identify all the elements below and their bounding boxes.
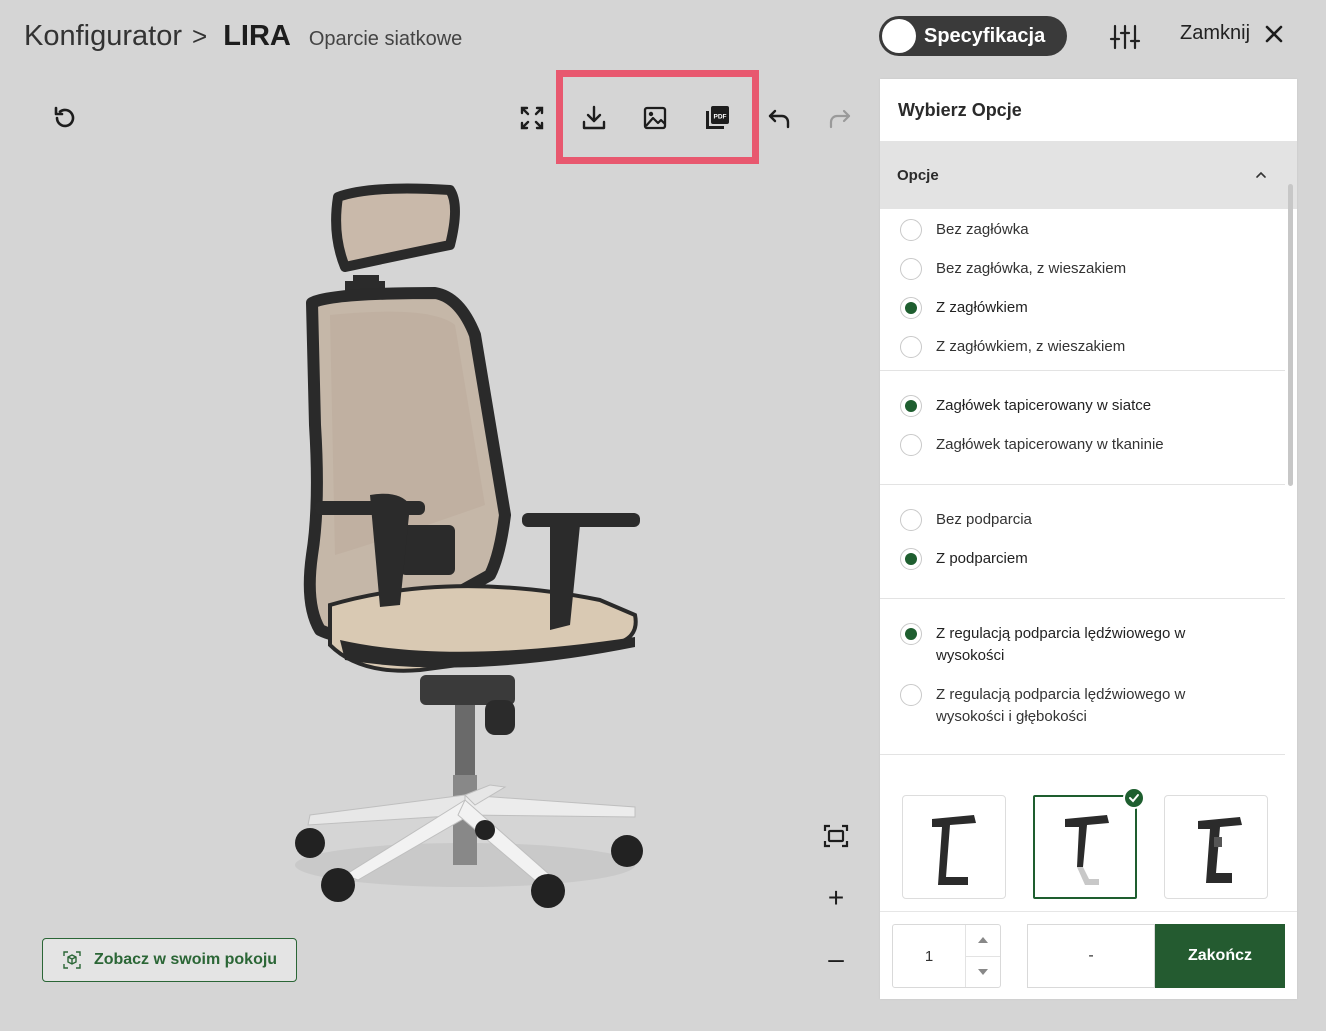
pdf-export-button[interactable]: PDF [700,101,734,135]
radio-button[interactable] [900,434,922,456]
radio-button[interactable] [900,336,922,358]
reset-view-button[interactable] [48,101,82,135]
finish-button[interactable]: Zakończ [1155,924,1285,988]
option-bez-zaglowka-z-wieszakiem[interactable]: Bez zagłówka, z wieszakiem [880,258,1285,280]
options-section-title: Opcje [897,166,939,184]
caret-down-icon [978,968,988,975]
radio-button-checked[interactable] [900,623,922,645]
headrest-type-group: Bez zagłówka Bez zagłówka, z wieszakiem … [880,209,1285,371]
reset-icon [54,106,75,128]
option-label: Bez zagłówka, z wieszakiem [936,260,1127,277]
option-label: Z zagłówkiem, z wieszakiem [936,338,1126,355]
quantity-arrows [965,925,1000,987]
undo-icon [768,109,790,129]
fullscreen-button[interactable] [515,101,549,135]
variant-name: Oparcie siatkowe [308,28,463,50]
lumbar-adjustment-group: Z regulacją podparcia lędźwiowego w wyso… [880,599,1285,755]
option-bez-zaglowka[interactable]: Bez zagłówka [880,219,1285,241]
radio-button[interactable] [900,219,922,241]
option-label: Z podparciem [936,550,1028,567]
settings-button[interactable] [1108,22,1142,52]
model-name: LIRA [223,20,291,52]
armrest-image [932,815,976,885]
option-zaglowek-siatka[interactable]: Zagłówek tapicerowany w siatce [880,395,1285,417]
close-icon [1265,25,1283,42]
option-z-zaglowkiem[interactable]: Z zagłówkiem [880,297,1285,319]
image-icon [643,106,667,130]
radio-button-checked[interactable] [900,297,922,319]
download-button[interactable] [577,101,611,135]
fit-view-button[interactable] [821,821,851,851]
specification-toggle[interactable]: Specyfikacja [879,16,1067,56]
radio-button[interactable] [900,684,922,706]
option-regulacja-wysokosc[interactable]: Z regulacją podparcia lędźwiowego w wyso… [880,623,1285,667]
breadcrumb-separator: > [192,21,208,51]
svg-text:PDF: PDF [714,114,727,121]
armrest-option-thumb[interactable] [902,795,1006,899]
radio-button[interactable] [900,509,922,531]
zoom-out-button[interactable]: – [821,943,851,974]
fullscreen-icon [520,106,544,130]
view-in-room-button[interactable]: Zobacz w swoim pokoju [42,938,297,982]
zoom-in-button[interactable]: + [821,882,851,913]
headrest-upholstery-group: Zagłówek tapicerowany w siatce Zagłówek … [880,371,1285,485]
option-label: Zagłówek tapicerowany w siatce [936,397,1152,414]
quantity-input[interactable] [893,925,965,987]
option-zaglowek-tkanina[interactable]: Zagłówek tapicerowany w tkaninie [880,434,1285,456]
option-label: Bez podparcia [936,511,1032,528]
option-label: Bez zagłówka [936,221,1029,238]
undo-button[interactable] [762,101,796,135]
panel-title: Wybierz Opcje [898,99,1022,120]
option-z-podparciem[interactable]: Z podparciem [880,548,1285,570]
redo-icon [829,109,851,129]
frame-icon [823,824,849,848]
option-label: Zagłówek tapicerowany w tkaninie [936,436,1164,453]
close-label: Zamknij [1180,22,1251,44]
radio-button[interactable] [900,258,922,280]
quantity-stepper [892,924,1001,988]
lumbar-support-group: Bez podparcia Z podparciem [880,485,1285,599]
options-section-header[interactable]: Opcje [880,141,1297,209]
caret-up-icon [978,937,988,944]
options-panel: Wybierz Opcje Opcje Bez zagłówka Bez zag… [880,79,1297,999]
scrollbar-thumb[interactable] [1288,184,1293,486]
breadcrumb-root[interactable]: Konfigurator [24,20,182,53]
chair-image [295,183,643,908]
specification-toggle-label: Specyfikacja [924,24,1046,47]
chevron-up-icon [1256,171,1266,178]
radio-button-checked[interactable] [900,548,922,570]
selected-check-icon [1123,787,1145,809]
close-button[interactable]: Zamknij [1180,22,1284,45]
download-icon [582,105,606,130]
breadcrumb: Konfigurator > LIRA Oparcie siatkowe [24,20,462,53]
option-bez-podparcia[interactable]: Bez podparcia [880,509,1285,531]
ar-cube-icon [63,951,81,969]
armrest-image [1065,815,1109,885]
armrest-thumbnails [902,787,1268,899]
option-label: Z zagłówkiem [936,299,1028,316]
price-display: - [1027,924,1155,988]
pdf-icon: PDF [706,106,729,129]
quantity-increase-button[interactable] [966,925,1000,956]
armrest-image [1198,817,1242,883]
options-scrollbar[interactable] [1285,142,1295,910]
option-z-zaglowkiem-z-wieszakiem[interactable]: Z zagłówkiem, z wieszakiem [880,336,1285,358]
screenshot-button[interactable] [638,101,672,135]
option-label: Z regulacją podparcia lędźwiowego w wyso… [936,686,1186,725]
armrest-option-thumb[interactable] [1164,795,1268,899]
radio-button-checked[interactable] [900,395,922,417]
toggle-knob [882,19,916,53]
redo-button[interactable] [823,101,857,135]
view-in-room-label: Zobacz w swoim pokoju [93,951,278,968]
sliders-icon [1109,24,1141,50]
armrest-option-thumb-selected[interactable] [1033,787,1145,899]
chair-3d-view[interactable] [250,175,690,915]
panel-footer: - Zakończ [880,911,1297,999]
quantity-decrease-button[interactable] [966,955,1000,988]
option-regulacja-wysokosc-glebokosc[interactable]: Z regulacją podparcia lędźwiowego w wyso… [880,684,1285,728]
option-label: Z regulacją podparcia lędźwiowego w wyso… [936,625,1186,664]
